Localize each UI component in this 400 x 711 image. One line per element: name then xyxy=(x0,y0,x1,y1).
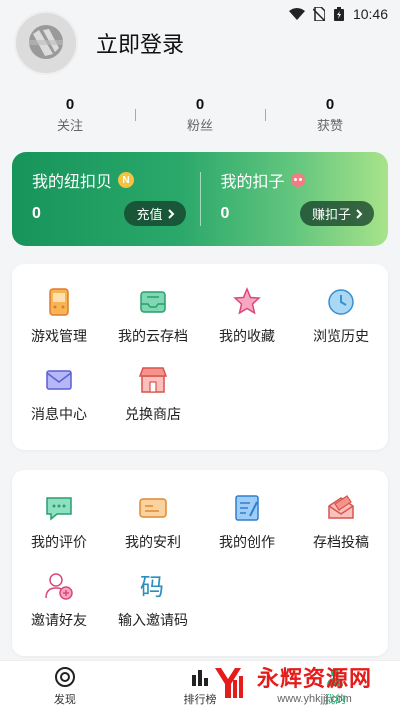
grid-item-game-manage[interactable]: 游戏管理 xyxy=(12,286,106,346)
stat-likes[interactable]: 0 获赞 xyxy=(300,96,360,134)
grid-label: 我的收藏 xyxy=(219,328,275,344)
cloud-save-icon xyxy=(140,291,166,313)
login-link[interactable]: 立即登录 xyxy=(96,27,184,59)
grid-label: 我的评价 xyxy=(31,534,87,550)
grid-label: 浏览历史 xyxy=(313,328,369,344)
niukoubei-amount: 0 xyxy=(32,204,41,222)
earn-kouzi-button-label: 赚扣子 xyxy=(311,207,351,222)
grid-label: 兑换商店 xyxy=(125,406,181,422)
grid-item-favorites[interactable]: 我的收藏 xyxy=(200,286,294,346)
fans-count: 0 xyxy=(195,96,205,113)
grid-item-store[interactable]: 兑换商店 xyxy=(106,364,200,424)
likes-count: 0 xyxy=(325,96,335,113)
profile-header[interactable]: 立即登录 xyxy=(14,6,386,80)
game-manage-icon xyxy=(49,288,69,316)
earn-kouzi-button[interactable]: 赚扣子 xyxy=(299,201,374,226)
watermark-title: 永辉资源网 xyxy=(256,666,372,691)
watermark: 永辉资源网 www.yhkjjj.com xyxy=(211,661,372,705)
button-coin-icon xyxy=(290,173,305,187)
envelope-upload-icon xyxy=(328,495,354,519)
niukoubei-coin-icon: N xyxy=(118,172,135,188)
watermark-logo-icon xyxy=(214,668,243,698)
chevron-right-icon xyxy=(356,208,363,219)
watermark-text: 永辉资源网 www.yhkjjj.com xyxy=(257,661,372,705)
add-user-icon xyxy=(45,573,73,600)
grid-item-invite-code[interactable]: 码 输入邀请码 xyxy=(106,570,200,630)
fans-label: 粉丝 xyxy=(186,118,213,133)
following-count: 0 xyxy=(65,96,75,113)
grid-item-history[interactable]: 浏览历史 xyxy=(294,286,388,346)
grid-item-reviews[interactable]: 我的评价 xyxy=(12,492,106,552)
wallet-card: 我的纽扣贝 N 0 充值 我的扣子 0 赚扣子 xyxy=(12,152,388,246)
ranking-icon xyxy=(191,669,208,686)
grid-label: 邀请好友 xyxy=(31,612,87,628)
star-icon xyxy=(233,287,261,315)
card-icon xyxy=(139,498,167,518)
niukoubei-title-label: 我的纽扣贝 xyxy=(32,174,113,191)
grid-label: 消息中心 xyxy=(31,406,87,422)
recharge-button-label: 充值 xyxy=(136,207,163,222)
code-icon: 码 xyxy=(140,573,164,601)
kouzi-amount: 0 xyxy=(220,204,230,222)
grid-label: 存档投稿 xyxy=(313,534,369,550)
tab-discover[interactable]: 发现 xyxy=(54,666,76,707)
default-avatar-icon xyxy=(29,25,63,59)
chevron-right-icon xyxy=(167,208,174,219)
grid-item-recommend[interactable]: 我的安利 xyxy=(106,492,200,552)
niukoubei-wallet[interactable]: 我的纽扣贝 N 0 充值 xyxy=(12,152,200,246)
following-label: 关注 xyxy=(56,118,83,133)
koukzi-wallet[interactable]: 我的扣子 0 赚扣子 xyxy=(201,152,389,246)
watermark-url: www.yhkjjj.com xyxy=(277,693,352,705)
edit-icon xyxy=(235,495,259,521)
grid-label: 输入邀请码 xyxy=(118,612,188,628)
svg-text:码: 码 xyxy=(140,573,164,601)
likes-label: 获赞 xyxy=(316,118,343,133)
niukoubei-title: 我的纽扣贝 N xyxy=(32,168,186,192)
mail-icon xyxy=(46,370,72,390)
grid-label: 游戏管理 xyxy=(31,328,87,344)
avatar[interactable] xyxy=(14,11,78,75)
services-card: 游戏管理 我的云存档 我的收藏 浏览历史 消息中心 兑换商店 xyxy=(12,264,388,450)
grid-item-creations[interactable]: 我的创作 xyxy=(200,492,294,552)
kouzi-title-label: 我的扣子 xyxy=(220,174,285,191)
grid-item-submit-save[interactable]: 存档投稿 xyxy=(294,492,388,552)
divider xyxy=(134,109,136,121)
grid-label: 我的创作 xyxy=(219,534,275,550)
grid-item-invite[interactable]: 邀请好友 xyxy=(12,570,106,630)
store-icon xyxy=(138,367,168,393)
kouzi-title: 我的扣子 xyxy=(221,168,375,192)
grid-label: 我的安利 xyxy=(125,534,181,550)
tab-label: 发现 xyxy=(53,693,76,706)
kouzi-bottom: 0 赚扣子 xyxy=(220,201,374,226)
grid-label: 我的云存档 xyxy=(118,328,188,344)
discover-icon xyxy=(54,666,75,687)
creator-card: 我的评价 我的安利 我的创作 存档投稿 邀请好友 码 输入邀请码 xyxy=(12,470,388,656)
stat-following[interactable]: 0 关注 xyxy=(40,96,100,134)
stats-row: 0 关注 0 粉丝 0 获赞 xyxy=(0,92,400,138)
divider xyxy=(264,109,266,121)
grid-item-messages[interactable]: 消息中心 xyxy=(12,364,106,424)
grid-item-cloud-save[interactable]: 我的云存档 xyxy=(106,286,200,346)
recharge-button[interactable]: 充值 xyxy=(124,201,186,226)
niukoubei-bottom: 0 充值 xyxy=(32,201,186,226)
clock-icon xyxy=(328,289,354,315)
comment-icon xyxy=(46,497,72,521)
stat-fans[interactable]: 0 粉丝 xyxy=(170,96,230,134)
